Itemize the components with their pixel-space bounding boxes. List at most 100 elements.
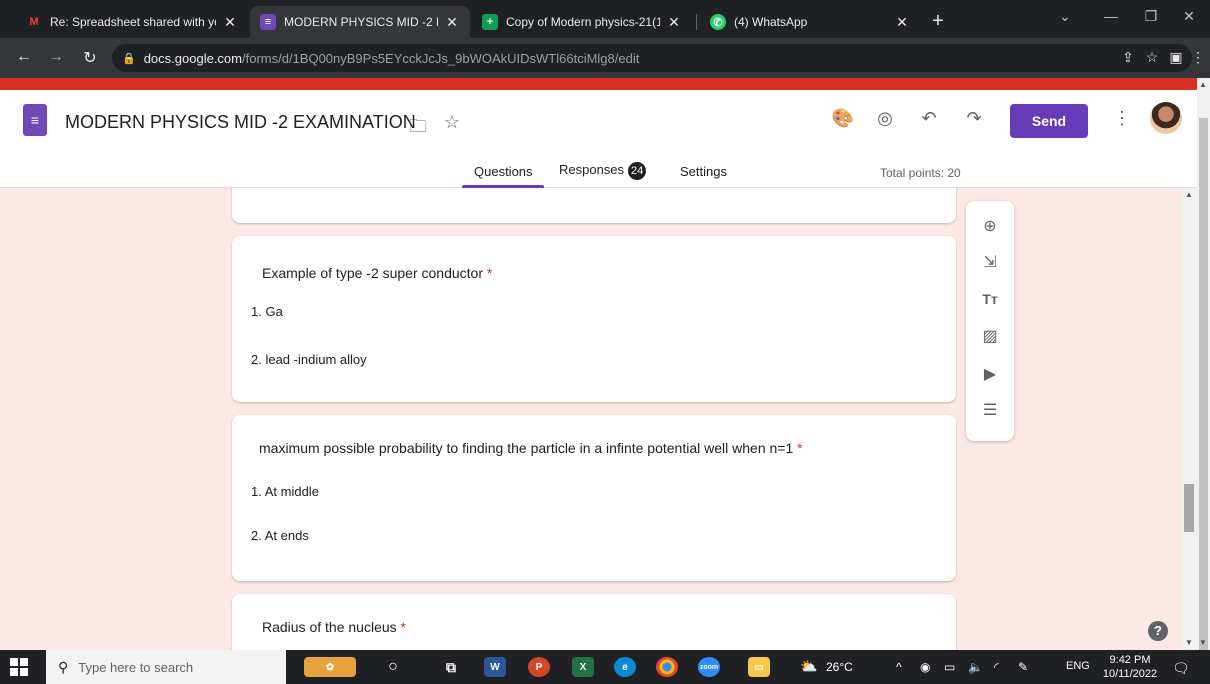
option-item: 2. At ends [251,528,309,543]
tab-separator [696,14,697,30]
option-item: 2. lead -indium alloy [251,352,367,367]
tab-whatsapp[interactable]: ✆ (4) WhatsApp ✕ [700,6,920,38]
send-button[interactable]: Send [1010,104,1088,138]
show-hidden-icons[interactable]: ^ [896,660,902,674]
question-card-previous[interactable] [232,188,956,223]
undo-icon[interactable]: ↶ [917,108,941,129]
folder-icon[interactable]: 🗀 [406,114,430,144]
option-item: 1. Ga [251,304,283,319]
avatar[interactable] [1150,102,1182,134]
forward-arrow-icon[interactable]: → [46,48,66,66]
powerpoint-icon[interactable]: P [528,657,550,677]
record-icon[interactable]: ◉ [920,660,930,674]
weather-temp[interactable]: 26°C [826,660,853,674]
scroll-down-icon[interactable]: ▼ [1183,638,1195,647]
share-icon[interactable]: ⇪ [1118,49,1138,66]
add-video-icon[interactable]: ▶ [978,363,1002,387]
gmail-icon: M [29,16,39,28]
system-clock[interactable]: 9:42 PM 10/11/2022 [1100,653,1160,681]
tab-responses[interactable]: Responses 24 [559,162,647,180]
clock-time: 9:42 PM [1109,654,1151,666]
question-title: Example of type -2 super conductor * [262,265,492,281]
add-title-icon[interactable]: Tт [978,287,1002,311]
wifi-icon[interactable]: ◜ [994,660,999,674]
questions-list: Example of type -2 super conductor * 1. … [0,188,1182,650]
taskbar-search-input[interactable]: ⚲ Type here to search [46,650,286,684]
sidebar-icon[interactable]: ▣ [1166,49,1186,66]
import-questions-icon[interactable]: ⇲ [978,251,1002,275]
forms-icon: ≡ [260,14,276,30]
windows-taskbar: ⚲ Type here to search ✿ ○ ⧉ W P X e zoom… [0,650,1210,684]
question-card[interactable]: Radius of the nucleus * [232,594,956,650]
add-image-icon[interactable]: ▨ [978,325,1002,349]
close-icon[interactable]: ✕ [666,14,682,31]
url-field[interactable]: 🔒 docs.google.com /forms/d/1BQ00nyB9Ps5E… [112,44,1192,72]
content-scrollbar[interactable]: ▲ ▼ [1182,188,1196,650]
back-arrow-icon[interactable]: ← [14,48,34,66]
scroll-up-icon[interactable]: ▲ [1197,80,1209,89]
windows-start-icon[interactable] [10,658,28,676]
cortana-icon[interactable]: ○ [382,657,404,677]
tab-gmail[interactable]: M Re: Spreadsheet shared with you ✕ [16,6,248,38]
palette-icon[interactable]: 🎨 [831,108,855,129]
weather-icon[interactable]: ⛅ [800,658,817,675]
page-title: MODERN PHYSICS MID -2 EXAMINATION [65,112,416,132]
scroll-up-icon[interactable]: ▲ [1183,190,1195,199]
more-options-icon[interactable]: ⋮ [1112,108,1132,129]
page-scrollbar[interactable]: ▲ ▼ [1197,78,1210,653]
scroll-down-icon[interactable]: ▼ [1197,638,1209,647]
tab-forms[interactable]: ≡ MODERN PHYSICS MID -2 EXAM ✕ [250,6,470,38]
responses-count-badge: 24 [628,162,647,180]
new-tab-button[interactable]: + [926,10,950,34]
edge-icon[interactable]: e [614,657,636,677]
battery-icon[interactable]: ▭ [944,660,955,674]
add-section-icon[interactable]: ☰ [978,399,1002,423]
widgets-icon[interactable]: ✿ [304,657,356,677]
required-mark: * [797,440,803,456]
question-text: maximum possible probability to finding … [259,440,794,456]
help-icon[interactable]: ? [1148,621,1168,641]
language-indicator[interactable]: ENG [1066,660,1090,672]
word-icon[interactable]: W [484,657,506,677]
file-explorer-icon[interactable]: ▭ [748,657,770,677]
minimize-button[interactable]: — [1096,8,1126,24]
add-question-icon[interactable]: ⊕ [978,215,1002,239]
menu-icon[interactable]: ⋮ [1188,49,1208,66]
pen-icon[interactable]: ✎ [1018,660,1028,674]
preview-eye-icon[interactable]: ◎ [873,108,897,129]
question-title: Radius of the nucleus * [262,619,406,635]
excel-icon[interactable]: X [572,657,594,677]
notifications-icon[interactable]: 🗨 [1172,660,1190,677]
clock-date: 10/11/2022 [1102,668,1158,680]
scrollbar-thumb[interactable] [1199,118,1208,653]
redo-icon[interactable]: ↷ [962,108,986,129]
forms-logo-icon[interactable]: ≡ [23,104,47,136]
tab-title: Copy of Modern physics-21(1) (R [506,15,660,29]
star-icon[interactable]: ☆ [440,112,464,133]
tab-questions[interactable]: Questions [474,164,533,179]
total-points: Total points: 20 [880,166,961,180]
address-bar: ← → ↻ 🔒 docs.google.com /forms/d/1BQ00ny… [0,38,1210,78]
tab-search-icon[interactable]: ⌄ [1050,8,1080,25]
close-icon[interactable]: ✕ [894,14,910,31]
reload-icon[interactable]: ↻ [80,48,100,68]
floating-toolbar: ⊕ ⇲ Tт ▨ ▶ ☰ [966,201,1014,441]
question-card[interactable]: Example of type -2 super conductor * 1. … [232,236,956,402]
tab-settings[interactable]: Settings [680,164,727,179]
task-view-icon[interactable]: ⧉ [440,657,462,677]
zoom-icon[interactable]: zoom [698,657,720,677]
question-card[interactable]: maximum possible probability to finding … [232,415,956,581]
chrome-icon[interactable] [656,657,678,677]
tab-sheets[interactable]: + Copy of Modern physics-21(1) (R ✕ [472,6,692,38]
volume-icon[interactable]: 🔈 [968,660,983,674]
question-text: Example of type -2 super conductor [262,265,484,281]
required-mark: * [400,619,406,635]
banner-strip [0,78,1197,90]
scrollbar-thumb[interactable] [1184,484,1194,532]
close-icon[interactable]: ✕ [222,14,238,31]
forms-header: ≡ MODERN PHYSICS MID -2 EXAMINATION 🗀 ☆ … [0,90,1197,188]
close-window-button[interactable]: ✕ [1174,8,1204,25]
close-icon[interactable]: ✕ [444,14,460,31]
restore-button[interactable]: ❐ [1136,8,1166,25]
star-icon[interactable]: ☆ [1142,49,1162,66]
